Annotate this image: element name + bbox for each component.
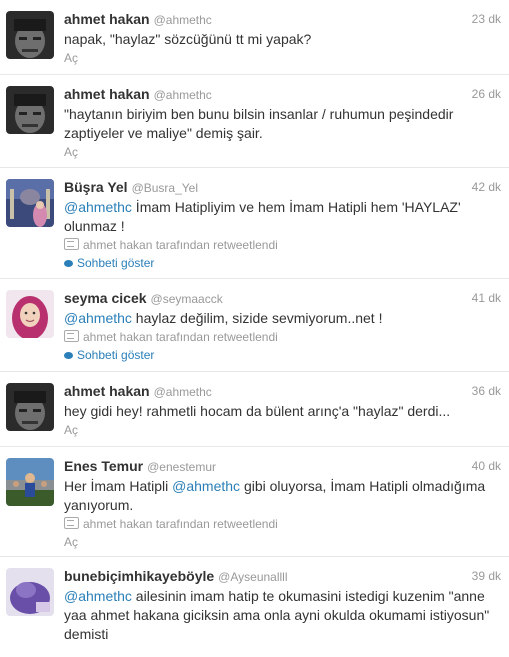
tweet-text: @ahmethc İmam Hatipliyim ve hem İmam Hat… xyxy=(64,198,499,236)
show-conversation-label[interactable]: Sohbeti göster xyxy=(77,348,154,362)
user-name[interactable]: seyma cicek xyxy=(64,290,147,306)
tweet-body: haylaz değilim, sizide sevmiyorum..net ! xyxy=(131,310,383,326)
avatar[interactable] xyxy=(6,179,54,227)
timestamp[interactable]: 39 dk xyxy=(472,566,501,586)
user-handle[interactable]: @seymaacck xyxy=(151,292,223,306)
timestamp[interactable]: 40 dk xyxy=(472,456,501,476)
expand-link[interactable]: Aç xyxy=(64,144,499,161)
retweet-info: ahmet hakan tarafından retweetlendi xyxy=(64,329,499,346)
retweet-info: ahmet hakan tarafından retweetlendi xyxy=(64,237,499,254)
show-conversation-link[interactable]: Sohbeti göster xyxy=(64,255,499,272)
speech-bubble-icon xyxy=(64,260,73,267)
user-handle[interactable]: @Ayseunallll xyxy=(218,570,287,584)
expand-link[interactable]: Aç xyxy=(64,534,499,551)
tweet[interactable]: Büşra Yel @Busra_Yel 42 dk @ahmethc İmam … xyxy=(0,168,509,279)
user-handle[interactable]: @Busra_Yel xyxy=(132,181,198,195)
tweet-text: hey gidi hey! rahmetli hocam da bülent a… xyxy=(64,403,451,419)
timeline: ahmet hakan @ahmethc 23 dk napak, "haylaz… xyxy=(0,0,509,657)
tweet-body-start: Her İmam Hatipli xyxy=(64,478,173,494)
mention-link[interactable]: @ahmethc xyxy=(64,588,132,604)
timestamp[interactable]: 23 dk xyxy=(472,9,501,29)
tweet-text: Her İmam Hatipli @ahmethc gibi oluyorsa,… xyxy=(64,477,499,515)
speech-bubble-icon xyxy=(64,352,73,359)
tweet-text: napak, "haylaz" sözcüğünü tt mi yapak? xyxy=(64,31,312,47)
tweet[interactable]: ahmet hakan @ahmethc 26 dk "haytanın biri… xyxy=(0,75,509,168)
retweet-label[interactable]: ahmet hakan tarafından retweetlendi xyxy=(83,238,278,252)
expand-link[interactable]: Aç xyxy=(64,422,499,439)
tweet[interactable]: ahmet hakan @ahmethc 36 dk hey gidi hey! … xyxy=(0,372,509,447)
tweet-text: @ahmethc ailesinin imam hatip te okumasi… xyxy=(64,587,499,644)
retweet-icon xyxy=(64,517,79,529)
retweet-label[interactable]: ahmet hakan tarafından retweetlendi xyxy=(83,330,278,344)
tweet[interactable]: bunebiçimhikayeböyle @Ayseunallll 39 dk @… xyxy=(0,557,509,657)
user-name[interactable]: ahmet hakan xyxy=(64,11,150,27)
expand-link[interactable]: Aç xyxy=(64,50,499,67)
show-conversation-link[interactable]: Sohbeti göster xyxy=(64,347,499,364)
avatar[interactable] xyxy=(6,458,54,506)
avatar[interactable] xyxy=(6,383,54,431)
user-name[interactable]: ahmet hakan xyxy=(64,86,150,102)
user-name[interactable]: bunebiçimhikayeböyle xyxy=(64,568,214,584)
retweet-icon xyxy=(64,330,79,342)
user-name[interactable]: ahmet hakan xyxy=(64,383,150,399)
user-handle[interactable]: @ahmethc xyxy=(154,385,212,399)
tweet[interactable]: Enes Temur @enestemur 40 dk Her İmam Hati… xyxy=(0,447,509,557)
tweet[interactable]: ahmet hakan @ahmethc 23 dk napak, "haylaz… xyxy=(0,0,509,75)
mention-link[interactable]: @ahmethc xyxy=(64,199,132,215)
avatar[interactable] xyxy=(6,86,54,134)
user-handle[interactable]: @ahmethc xyxy=(154,88,212,102)
mention-link[interactable]: @ahmethc xyxy=(64,310,132,326)
timestamp[interactable]: 36 dk xyxy=(472,381,501,401)
tweet[interactable]: seyma cicek @seymaacck 41 dk @ahmethc hay… xyxy=(0,279,509,372)
timestamp[interactable]: 26 dk xyxy=(472,84,501,104)
retweet-label[interactable]: ahmet hakan tarafından retweetlendi xyxy=(83,517,278,531)
avatar[interactable] xyxy=(6,568,54,616)
mention-link[interactable]: @ahmethc xyxy=(172,478,240,494)
user-handle[interactable]: @enestemur xyxy=(147,460,216,474)
timestamp[interactable]: 41 dk xyxy=(472,288,501,308)
retweet-info: ahmet hakan tarafından retweetlendi xyxy=(64,516,499,533)
tweet-text: @ahmethc haylaz değilim, sizide sevmiyor… xyxy=(64,309,499,328)
timestamp[interactable]: 42 dk xyxy=(472,177,501,197)
retweet-icon xyxy=(64,238,79,250)
user-name[interactable]: Enes Temur xyxy=(64,458,143,474)
avatar[interactable] xyxy=(6,290,54,338)
user-handle[interactable]: @ahmethc xyxy=(154,13,212,27)
show-conversation-label[interactable]: Sohbeti göster xyxy=(77,256,154,270)
user-name[interactable]: Büşra Yel xyxy=(64,179,128,195)
avatar[interactable] xyxy=(6,11,54,59)
tweet-text: "haytanın biriyim ben bunu bilsin insanl… xyxy=(64,106,454,141)
